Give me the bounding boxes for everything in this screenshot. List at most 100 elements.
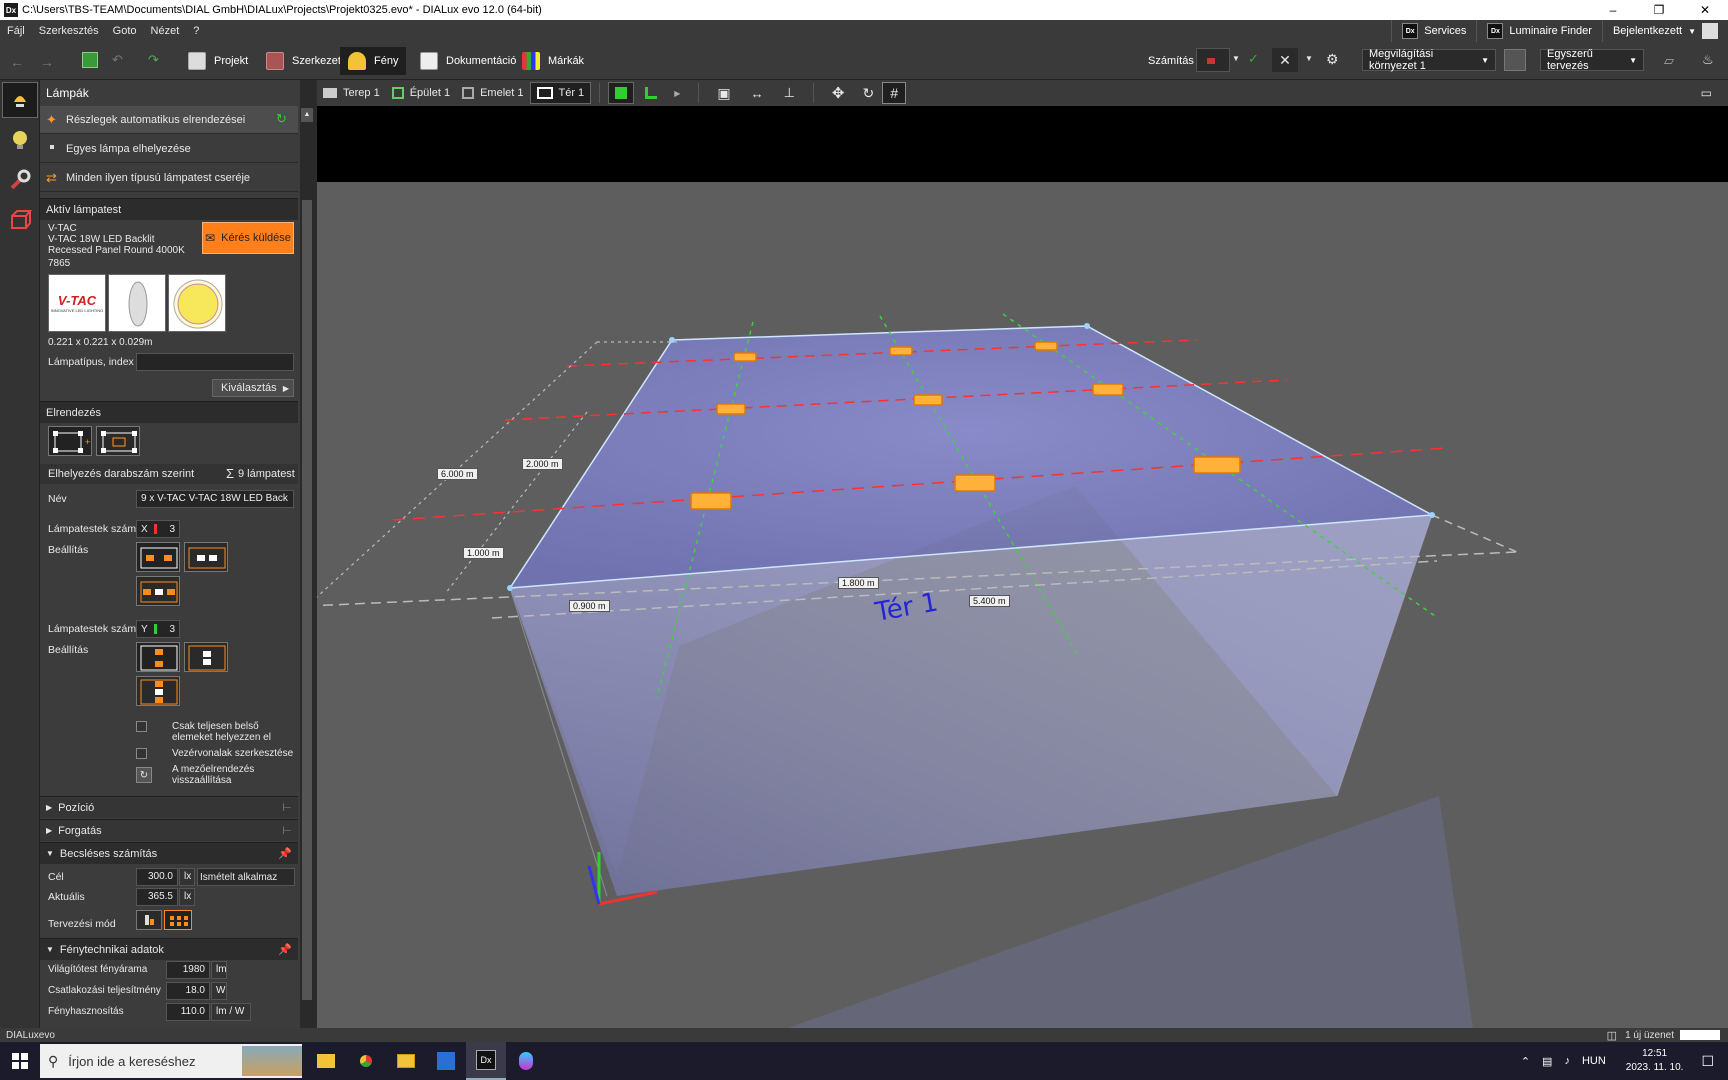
mode-lamp-button[interactable] [136,910,162,930]
design-mode-select[interactable]: Egyszerű tervezés ▼ [1540,48,1644,72]
menu-help[interactable]: ? [186,25,206,37]
align-x-center-button[interactable] [184,542,228,572]
network-icon[interactable]: ▤ [1542,1055,1552,1068]
login-menu[interactable]: Bejelentkezett ▼ [1601,20,1728,42]
edit-guides-checkbox[interactable] [136,748,147,759]
tab-brands[interactable]: Márkák [514,47,592,75]
taskbar-search-box[interactable]: ⚲ Írjon ide a kereséshez [40,1044,302,1078]
target-field[interactable]: 300.0 [136,868,178,886]
messages-label[interactable]: 1 új üzenet [1625,1030,1674,1041]
taskbar-dialux[interactable]: Dx [466,1042,506,1080]
minimize-button[interactable]: – [1590,0,1636,20]
light-scenes-button[interactable] [2,122,38,158]
photometric-section[interactable]: ▼ Fénytechnikai adatok 📌 [40,938,298,960]
align-y-spread-button[interactable] [136,676,180,706]
scrollbar-thumb[interactable] [302,200,312,1000]
breadcrumb-room[interactable]: Tér 1 [529,82,592,104]
breadcrumb-storey[interactable]: Emelet 1 [456,82,529,104]
pin-icon[interactable]: 📌 [278,943,292,956]
corner-point[interactable] [507,585,513,591]
fullscreen-icon[interactable]: ▭ [1701,86,1712,100]
chevron-up-icon[interactable]: ⌃ [1521,1055,1530,1068]
scroll-up-arrow-icon[interactable]: ▲ [301,108,313,122]
breadcrumb-building[interactable]: Épület 1 [386,82,456,104]
luminaire[interactable] [1193,456,1241,474]
tab-structure[interactable]: Szerkezet [258,47,349,75]
lighting-environment-select[interactable]: Megvilágítási környezet 1 ▼ [1362,48,1496,72]
back-arrow-icon[interactable]: ← [10,54,24,70]
corner-point[interactable] [1084,323,1090,329]
line-arrangement-button[interactable] [96,426,140,456]
tab-project[interactable]: Projekt [180,47,256,75]
save-icon[interactable] [82,52,98,68]
brand-logo-tile[interactable]: V-TAC INNOVATIVE LED LIGHTING [48,274,106,332]
tab-light[interactable]: Fény [340,47,407,75]
gear-icon[interactable]: ⚙ [1326,51,1339,68]
breadcrumb-site[interactable]: Terep 1 [317,82,386,104]
taskbar-mail[interactable] [386,1042,426,1080]
luminaire-finder-button[interactable]: Dx Luminaire Finder [1476,20,1602,42]
panel-scrollbar[interactable]: ▲ [300,80,314,1028]
bell-icon[interactable]: ♨ [1702,52,1714,68]
nx-field[interactable]: X 3 [136,520,180,538]
align-y-edge-button[interactable] [136,642,180,672]
clock[interactable]: 12:51 2023. 11. 10. [1626,1047,1684,1075]
count-placement-row[interactable]: Elhelyezés darabszám szerint Σ 9 lámpate… [40,464,298,484]
chevron-down-icon[interactable]: ▼ [1305,54,1313,63]
align-x-edge-button[interactable] [136,542,180,572]
calculation-objects-button[interactable] [2,202,38,238]
dimension-label[interactable]: 2.000 m [522,458,563,470]
notifications-icon[interactable]: ☐ [1701,1053,1714,1070]
cancel-calc-icon[interactable]: ✕ [1272,48,1298,72]
luminaire[interactable] [690,492,732,510]
coordinates-icon[interactable]: ⊥ [784,85,795,101]
dimension-label[interactable]: 0.900 m [569,600,610,612]
select-button[interactable]: Kiválasztás ▶ [212,379,294,397]
luminaire[interactable] [954,474,996,492]
align-y-center-button[interactable] [184,642,228,672]
reapply-button[interactable]: Ismételt alkalmaz [197,868,295,886]
tab-documentation[interactable]: Dokumentáció [412,47,524,75]
position-section[interactable]: ▶ Pozíció ⊢ [40,796,298,818]
pin-icon[interactable]: ⊢ [282,801,292,814]
taskbar-app-blue[interactable] [426,1042,466,1080]
3d-view-button[interactable] [608,82,635,104]
menu-view[interactable]: Nézet [144,25,187,37]
dimension-label[interactable]: 5.400 m [969,595,1010,607]
rotate-icon[interactable]: ↻ [862,85,874,102]
luminaires-mode-button[interactable] [2,82,38,118]
menu-edit[interactable]: Szerkesztés [32,25,106,37]
solar-panel-icon[interactable]: ▱ [1664,53,1674,69]
align-x-spread-button[interactable] [136,576,180,606]
pin-icon[interactable]: 📌 [278,847,292,860]
taskbar-app-drop[interactable] [506,1042,546,1080]
language-indicator[interactable]: HUN [1582,1055,1606,1067]
pin-icon[interactable]: ⊢ [282,824,292,837]
undo-icon[interactable]: ↶ [112,52,123,68]
luminaire[interactable] [1034,341,1058,351]
mode-replace-all[interactable]: ⇄ Minden ilyen típusú lámpatest cseréje [40,164,298,192]
corner-point[interactable] [1429,512,1435,518]
field-arrangement-button[interactable]: + [48,426,92,456]
dimension-label[interactable]: 6.000 m [437,468,478,480]
close-button[interactable]: ✕ [1682,0,1728,20]
3d-viewport[interactable]: Tér 1 6.000 m 2.000 m 1.000 m 0.900 m 1.… [317,106,1728,1028]
snap-grid-button[interactable]: # [882,82,907,104]
dimension-label[interactable]: 1.000 m [463,547,504,559]
tools-button[interactable] [2,162,38,198]
calc-button[interactable] [1196,48,1230,72]
chevron-down-icon[interactable]: ▼ [1232,54,1240,63]
dimension-label[interactable]: 1.800 m [838,577,879,589]
estimate-section[interactable]: ▼ Becsléses számítás 📌 [40,842,298,864]
mode-single-placement[interactable]: Egyes lámpa elhelyezése [40,135,298,163]
taskbar-chrome[interactable] [346,1042,386,1080]
light-distribution-tile[interactable] [168,274,226,332]
mode-auto-arrange[interactable]: ✦ Részlegek automatikus elrendezései ↻ [40,106,298,134]
message-indicator[interactable] [1680,1030,1720,1040]
ny-field[interactable]: Y 3 [136,620,180,638]
menu-file[interactable]: Fájl [0,25,32,37]
luminaire[interactable] [716,403,746,415]
send-request-button[interactable]: ✉ Kérés küldése [202,222,294,254]
floor-view-button[interactable] [638,82,664,104]
luminaire[interactable] [913,394,943,406]
